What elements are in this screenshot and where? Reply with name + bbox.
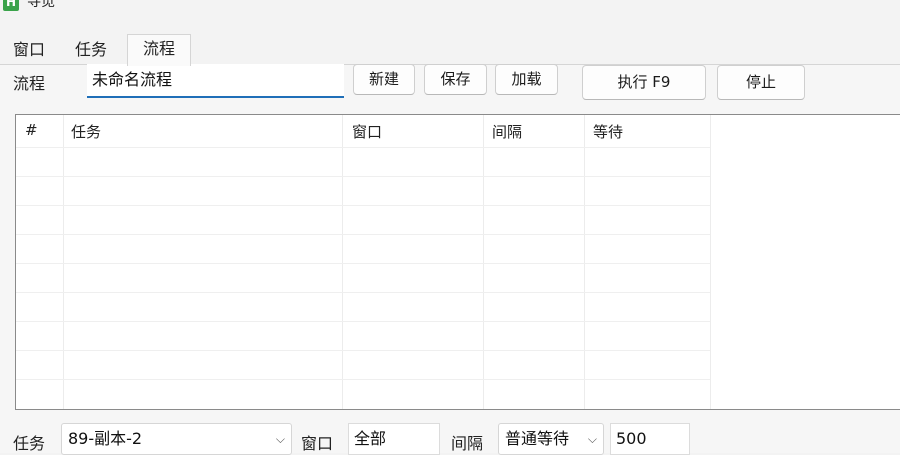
col-header-task[interactable]: 任务 [71, 121, 101, 142]
row-divider [16, 176, 710, 177]
row-divider [16, 234, 710, 235]
interval-value-input[interactable]: 500 [610, 423, 690, 455]
col-header-wait[interactable]: 等待 [593, 121, 623, 142]
interval-label: 间隔 [451, 434, 484, 453]
window-title: 寻觅 [27, 0, 55, 10]
chevron-down-icon: ⌵ [275, 432, 285, 446]
row-divider [16, 205, 710, 206]
flow-table[interactable]: # 任务 窗口 间隔 等待 [15, 114, 900, 410]
row-divider [16, 263, 710, 264]
app-logo-icon: H [3, 0, 19, 11]
window-label: 窗口 [301, 434, 334, 453]
chevron-down-icon: ⌵ [587, 432, 597, 446]
column-divider [63, 115, 64, 409]
load-button[interactable]: 加载 [495, 64, 558, 95]
run-button[interactable]: 执行 F9 [582, 65, 706, 100]
col-header-interval[interactable]: 间隔 [492, 121, 522, 142]
column-divider [710, 115, 711, 409]
row-divider [16, 379, 710, 380]
column-divider [483, 115, 484, 409]
flow-name-input[interactable]: 未命名流程 [87, 64, 344, 98]
tab-strip: 窗口 任务 流程 [0, 34, 900, 66]
column-divider [342, 115, 343, 409]
title-bar: H 寻觅 [0, 0, 900, 14]
save-button[interactable]: 保存 [424, 64, 487, 95]
window-input[interactable]: 全部 [348, 423, 440, 455]
interval-mode-value: 普通等待 [505, 429, 570, 448]
col-header-window[interactable]: 窗口 [352, 121, 382, 142]
interval-mode-select[interactable]: 普通等待 ⌵ [498, 423, 604, 455]
task-label: 任务 [13, 434, 46, 453]
tab-window[interactable]: 窗口 [6, 38, 52, 64]
flow-label: 流程 [13, 74, 46, 93]
task-select-value: 89-副本-2 [68, 429, 143, 448]
tab-task[interactable]: 任务 [66, 38, 116, 64]
new-button[interactable]: 新建 [353, 64, 415, 95]
row-divider [16, 321, 710, 322]
row-divider [16, 350, 710, 351]
column-divider [584, 115, 585, 409]
stop-button[interactable]: 停止 [717, 65, 805, 100]
col-header-index[interactable]: # [25, 121, 38, 139]
task-select[interactable]: 89-副本-2 ⌵ [61, 423, 292, 455]
row-divider [16, 147, 710, 148]
row-divider [16, 292, 710, 293]
tab-flow[interactable]: 流程 [127, 34, 191, 66]
